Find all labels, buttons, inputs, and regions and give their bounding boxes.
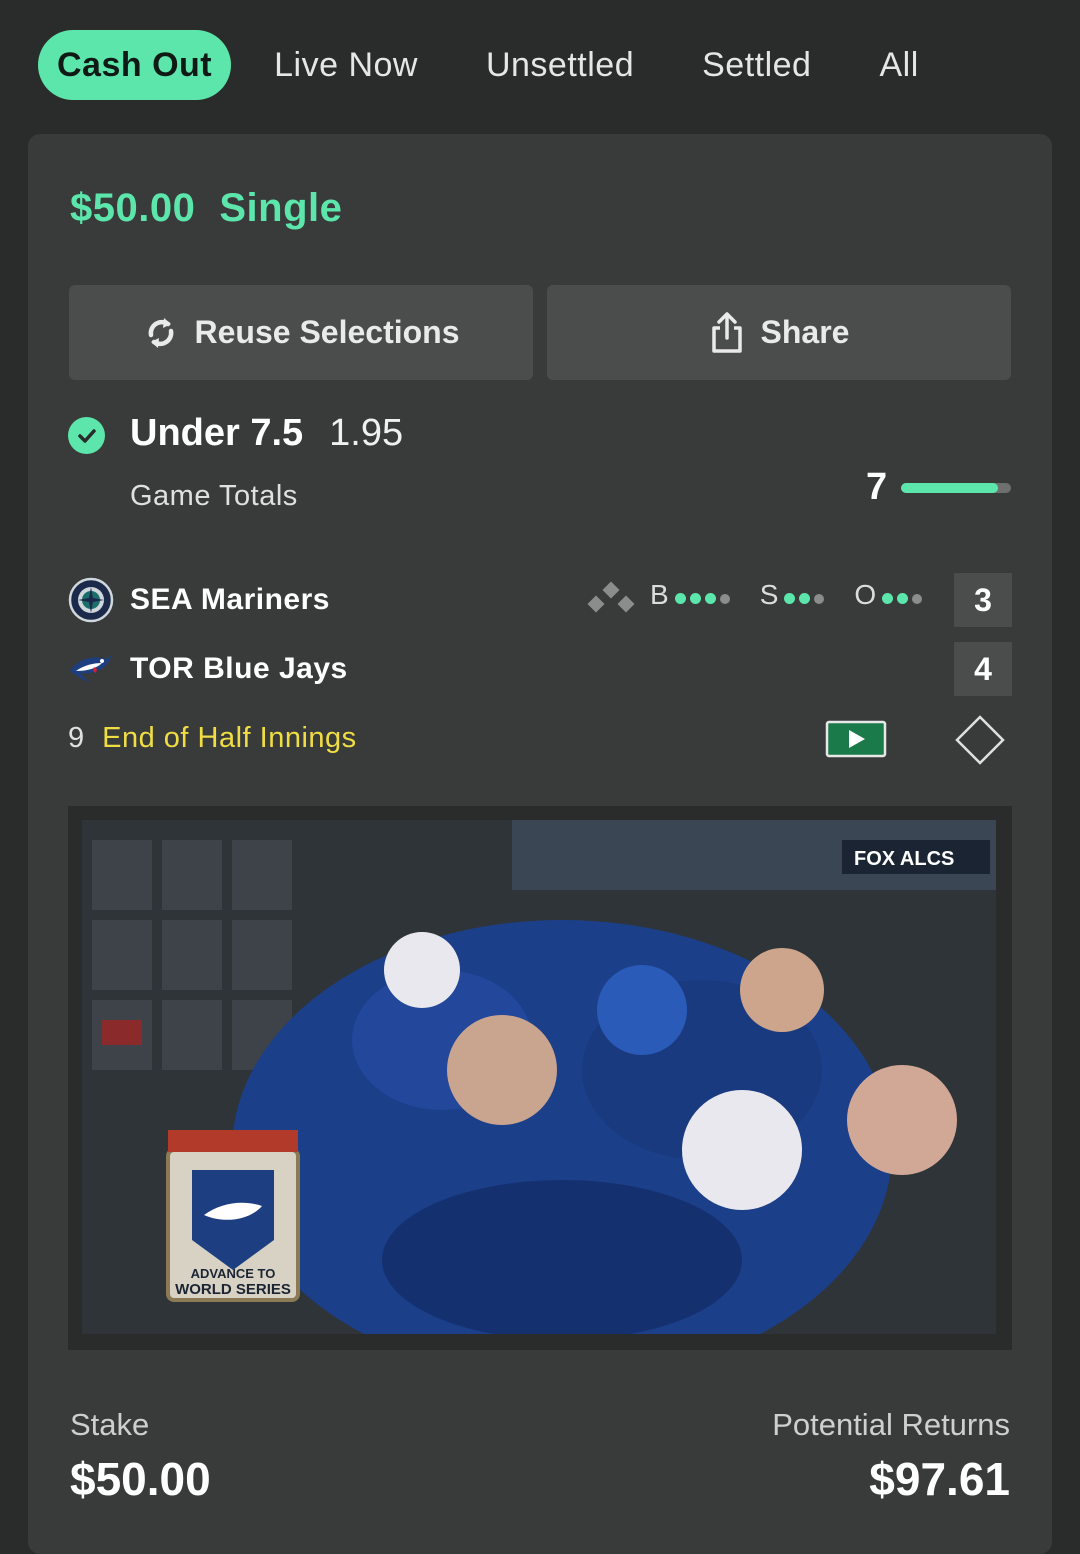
balls-indicator bbox=[674, 579, 734, 611]
bet-type: Single bbox=[219, 186, 343, 230]
count-dot-off bbox=[912, 594, 923, 604]
selection-odds: 1.95 bbox=[329, 412, 404, 454]
count-dot-on bbox=[784, 593, 796, 604]
potential-returns-label: Potential Returns bbox=[772, 1407, 1010, 1442]
count-dot-on bbox=[882, 593, 894, 604]
game-status: 9 End of Half Innings bbox=[68, 722, 357, 755]
strikes-label: S bbox=[759, 579, 779, 610]
count-dot-on bbox=[897, 593, 909, 604]
selection-pick: Under 7.5 bbox=[130, 412, 304, 454]
market-name: Game Totals bbox=[130, 480, 298, 512]
balls-label: B bbox=[650, 579, 669, 610]
outs-label: O bbox=[854, 579, 877, 610]
share-icon bbox=[711, 311, 742, 353]
team-row-home: SEA Mariners B S O 3 bbox=[68, 573, 1012, 627]
count-dot-on bbox=[674, 593, 686, 604]
tab-all[interactable]: All bbox=[860, 30, 937, 100]
inning-number: 9 bbox=[68, 722, 85, 754]
team-row-away: TOR Blue Jays 4 bbox=[68, 642, 1012, 696]
celebration-scene: FOX ALCS ADVANCE TO WORLD SERIES bbox=[82, 820, 996, 1334]
score-home: 3 bbox=[954, 573, 1012, 627]
score-away: 4 bbox=[954, 642, 1012, 696]
tab-cash-out[interactable]: Cash Out bbox=[38, 30, 232, 100]
count-dot-on bbox=[799, 593, 811, 604]
stake-label: Stake bbox=[70, 1407, 150, 1442]
refresh-icon bbox=[148, 317, 173, 348]
bet-card: $50.00 Single Reuse Selections Share Unde… bbox=[28, 134, 1052, 1554]
field-diamond-icon[interactable] bbox=[954, 714, 1006, 766]
overlay-text-advance: ADVANCE TO bbox=[191, 1266, 276, 1281]
potential-returns-value: $97.61 bbox=[869, 1453, 1010, 1505]
bet-amount: $50.00 bbox=[70, 186, 196, 230]
total-progress-bar bbox=[901, 483, 1011, 493]
tab-settled[interactable]: Settled bbox=[683, 30, 830, 100]
selection-line: Under 7.5 1.95 bbox=[130, 412, 403, 455]
team-name-home: SEA Mariners bbox=[130, 583, 330, 616]
video-frame: FOX ALCS ADVANCE TO WORLD SERIES bbox=[82, 820, 996, 1334]
reuse-selections-button[interactable]: Reuse Selections bbox=[69, 285, 533, 380]
ball-strike-out-count: B S O bbox=[624, 579, 926, 611]
blue-jays-logo-icon bbox=[68, 646, 114, 692]
live-video-player[interactable]: FOX ALCS ADVANCE TO WORLD SERIES bbox=[68, 806, 1012, 1350]
bet-filter-tabs: Cash Out Live Now Unsettled Settled All bbox=[0, 0, 1080, 130]
count-dot-on bbox=[689, 593, 701, 604]
won-check-icon bbox=[68, 417, 105, 454]
bet-title: $50.00 Single bbox=[70, 186, 366, 231]
current-total: 7 bbox=[866, 466, 888, 508]
inning-state: End of Half Innings bbox=[102, 722, 357, 754]
count-dot-off bbox=[719, 594, 730, 604]
count-dot-on bbox=[704, 593, 716, 604]
strikes-indicator bbox=[784, 579, 828, 611]
stake-value: $50.00 bbox=[70, 1453, 211, 1505]
outs-indicator bbox=[882, 579, 926, 611]
team-name-away: TOR Blue Jays bbox=[130, 652, 348, 685]
live-stream-icon[interactable] bbox=[825, 720, 887, 758]
total-progress-fill bbox=[901, 483, 998, 493]
count-dot-off bbox=[814, 594, 825, 604]
overlay-text-world-series: WORLD SERIES bbox=[175, 1281, 291, 1298]
share-label: Share bbox=[760, 314, 850, 350]
tab-live-now[interactable]: Live Now bbox=[255, 30, 437, 100]
tab-unsettled[interactable]: Unsettled bbox=[467, 30, 653, 100]
broadcast-bug: FOX ALCS bbox=[854, 848, 954, 870]
reuse-selections-label: Reuse Selections bbox=[194, 314, 460, 350]
mariners-logo-icon bbox=[68, 577, 114, 623]
share-button[interactable]: Share bbox=[547, 285, 1011, 380]
